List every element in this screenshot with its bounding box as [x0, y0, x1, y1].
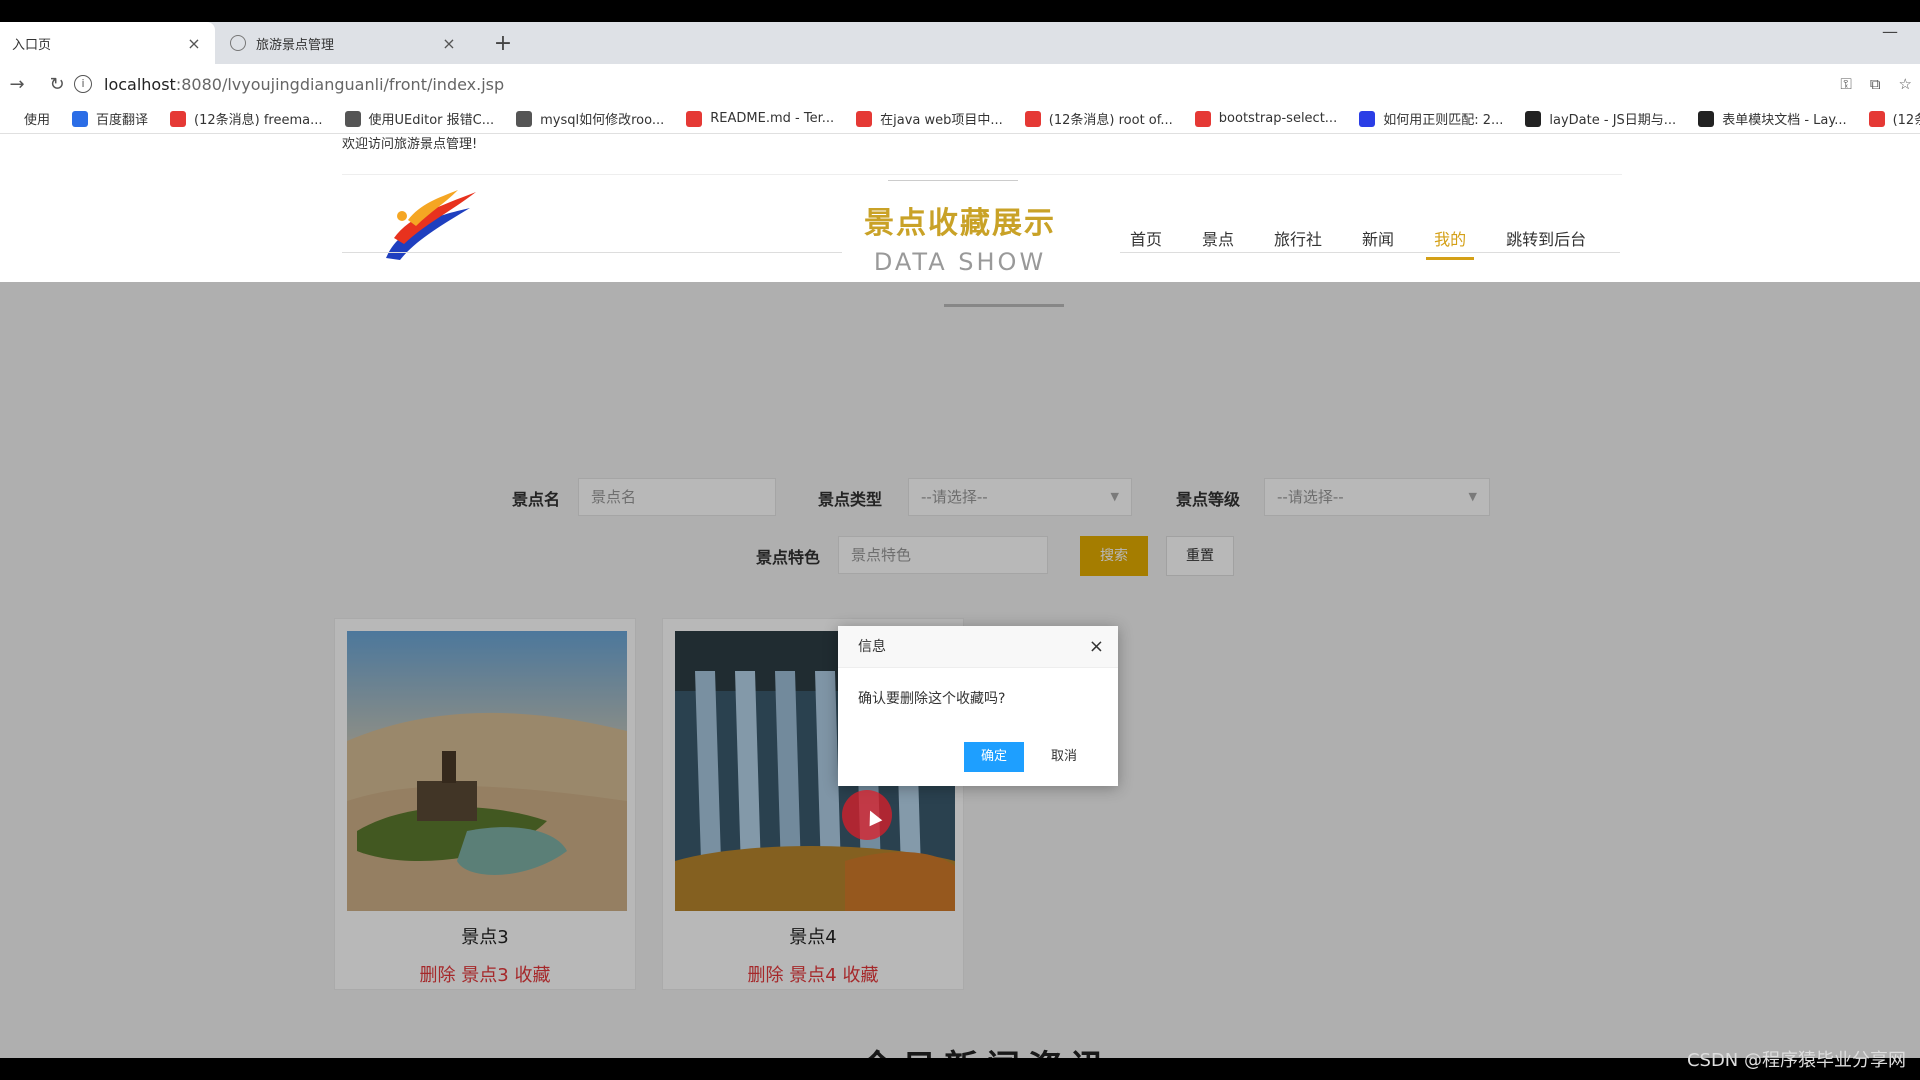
bookmark-favicon-icon [516, 110, 533, 127]
close-icon[interactable]: × [185, 34, 203, 53]
browser-tabstrip: 入口页 × 旅游景点管理 × [0, 22, 1920, 64]
bookmark-favicon-icon [1868, 110, 1885, 127]
bookmark-label: (12条消息) freema... [194, 113, 323, 128]
bookmark-favicon-icon [856, 110, 873, 127]
bookmark-item[interactable]: README.md - Ter... [686, 110, 835, 127]
bookmark-favicon-icon [1525, 110, 1542, 127]
screen-top-bar [0, 0, 1920, 22]
url-path: :8080/lvyoujingdianguanli/front/index.js… [175, 74, 505, 94]
translate-icon[interactable]: ⧉ [1870, 75, 1881, 93]
bookmark-item[interactable]: 使用UEditor 报错C... [344, 109, 495, 128]
globe-icon [230, 35, 246, 51]
title-decoration [888, 180, 1018, 181]
bookmark-label: 使用 [24, 113, 51, 128]
bookmark-label: README.md - Ter... [710, 111, 835, 126]
tab-title: 入口页 [12, 37, 52, 53]
watermark-text: CSDN @程序猿毕业分享网 [1686, 1050, 1906, 1071]
bookmark-item[interactable]: 使用 [0, 109, 50, 128]
bookmark-label: bootstrap-select... [1218, 111, 1338, 126]
bookmark-favicon-icon [170, 110, 187, 127]
bookmark-item[interactable]: (12条消息) 关于lay [1868, 109, 1920, 128]
bookmark-item[interactable]: (12条消息) freema... [170, 109, 323, 128]
bookmark-label: 使用UEditor 报错C... [368, 113, 495, 128]
bookmark-favicon-icon [0, 110, 16, 127]
browser-toolbar: → ↻ i localhost :8080/lvyoujingdianguanl… [0, 64, 1920, 104]
bookmark-label: 在java web项目中... [880, 113, 1003, 128]
bookmark-favicon-icon [1359, 110, 1376, 127]
bookmark-favicon-icon [1698, 110, 1715, 127]
bookmark-label: layDate - JS日期与... [1549, 113, 1677, 128]
header-divider [342, 174, 1622, 175]
dialog-message: 确认要删除这个收藏吗? [858, 691, 1006, 707]
confirm-button[interactable]: 确定 [964, 742, 1024, 772]
cancel-button[interactable]: 取消 [1034, 742, 1094, 772]
section-subtitle: DATA SHOW [873, 248, 1047, 276]
section-title: 景点收藏展示 [864, 206, 1056, 241]
forward-arrow-icon[interactable]: → [0, 74, 34, 95]
bookmark-item[interactable]: layDate - JS日期与... [1525, 109, 1676, 128]
tab-title: 旅游景点管理 [256, 37, 335, 53]
bookmark-favicon-icon [686, 110, 703, 127]
welcome-text: 欢迎访问旅游景点管理! [342, 137, 478, 152]
confirm-dialog: 信息 × 确认要删除这个收藏吗? 确定 取消 [838, 626, 1118, 786]
address-bar[interactable]: i localhost :8080/lvyoujingdianguanli/fr… [74, 68, 1794, 100]
tab-entry-page[interactable]: 入口页 × [0, 22, 215, 64]
bookmark-item[interactable]: 表单模块文档 - Lay... [1698, 109, 1847, 128]
bookmark-favicon-icon [1194, 110, 1211, 127]
bookmark-item[interactable]: 如何用正则匹配: 2... [1359, 109, 1503, 128]
bookmark-item[interactable]: bootstrap-select... [1194, 110, 1338, 127]
bookmark-label: (12条消息) 关于lay [1892, 113, 1920, 128]
bookmark-item[interactable]: mysql如何修改roo... [516, 109, 664, 128]
bookmark-favicon-icon [72, 110, 89, 127]
screen-bottom-bar [0, 1058, 1920, 1080]
bookmark-favicon-icon [1024, 110, 1041, 127]
reload-icon[interactable]: ↻ [40, 74, 74, 95]
minimize-button[interactable]: — [1882, 22, 1898, 41]
new-tab-button[interactable]: + [488, 22, 518, 64]
close-icon[interactable]: × [440, 34, 458, 53]
key-icon[interactable]: ⚿ [1840, 75, 1851, 93]
bookmark-label: (12条消息) root of... [1048, 113, 1173, 128]
bookmark-favicon-icon [344, 110, 361, 127]
bookmark-label: 百度翻译 [96, 113, 149, 128]
url-host: localhost [104, 74, 176, 94]
dialog-title: 信息 [838, 626, 1118, 668]
bookmark-item[interactable]: 在java web项目中... [856, 109, 1003, 128]
bookmark-label: 表单模块文档 - Lay... [1722, 113, 1847, 128]
star-icon[interactable]: ☆ [1899, 75, 1912, 93]
toolbar-right-icons: ⚿ ⧉ ☆ [1840, 64, 1920, 104]
info-icon[interactable]: i [74, 75, 92, 93]
bookmark-label: 如何用正则匹配: 2... [1383, 113, 1504, 128]
close-icon[interactable]: × [1089, 626, 1104, 668]
bookmark-item[interactable]: (12条消息) root of... [1024, 109, 1173, 128]
bookmark-label: mysql如何修改roo... [540, 113, 665, 128]
bookmark-item[interactable]: 百度翻译 [72, 109, 148, 128]
bookmarks-bar: 使用 百度翻译 (12条消息) freema... 使用UEditor 报错C... m… [0, 104, 1920, 134]
tab-scenic-admin[interactable]: 旅游景点管理 × [218, 22, 470, 64]
